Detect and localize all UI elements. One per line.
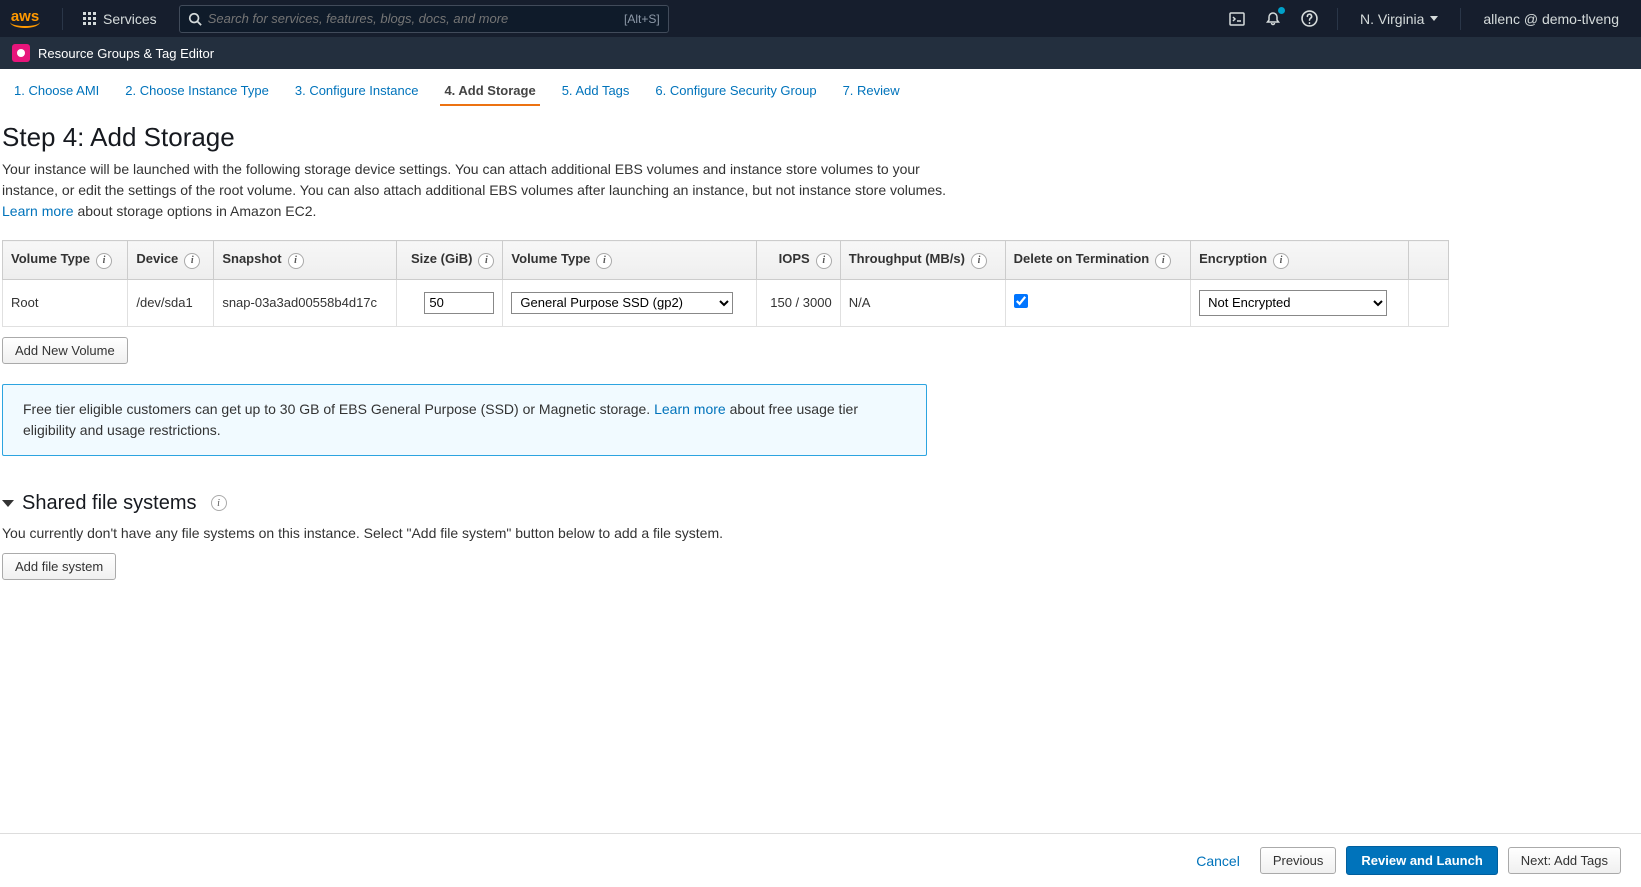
review-launch-button[interactable]: Review and Launch [1346, 846, 1497, 875]
th-throughput: Throughput (MB/s)i [840, 241, 1005, 280]
info-icon[interactable]: i [288, 253, 304, 269]
info-icon[interactable]: i [211, 495, 227, 511]
wizard-step-security[interactable]: 6. Configure Security Group [651, 77, 820, 106]
region-selector[interactable]: N. Virginia [1348, 11, 1450, 27]
size-input[interactable] [424, 292, 494, 314]
learn-more-link[interactable]: Learn more [2, 203, 74, 219]
notifications-icon[interactable] [1255, 1, 1291, 37]
info-icon[interactable]: i [1155, 253, 1171, 269]
cell-encryption: Not Encrypted [1191, 279, 1409, 326]
cancel-link[interactable]: Cancel [1186, 847, 1250, 875]
table-row: Root /dev/sda1 snap-03a3ad00558b4d17c Ge… [3, 279, 1449, 326]
info-icon[interactable]: i [971, 253, 987, 269]
wizard-step-storage[interactable]: 4. Add Storage [440, 77, 539, 106]
cell-size [396, 279, 503, 326]
region-label: N. Virginia [1360, 11, 1424, 27]
cell-device: /dev/sda1 [128, 279, 214, 326]
search-shortcut: [Alt+S] [624, 12, 660, 26]
cell-delete-term [1005, 279, 1190, 326]
info-icon[interactable]: i [96, 253, 112, 269]
cloudshell-icon[interactable] [1219, 1, 1255, 37]
global-search[interactable]: [Alt+S] [179, 5, 669, 33]
info-icon[interactable]: i [596, 253, 612, 269]
wizard-step-instance-type[interactable]: 2. Choose Instance Type [121, 77, 273, 106]
info-icon[interactable]: i [816, 253, 832, 269]
th-actions [1409, 241, 1449, 280]
th-encryption: Encryptioni [1191, 241, 1409, 280]
page-title: Step 4: Add Storage [2, 122, 1641, 153]
wizard-footer: Cancel Previous Review and Launch Next: … [0, 833, 1641, 887]
free-tier-info: Free tier eligible customers can get up … [2, 384, 927, 456]
cell-throughput: N/A [840, 279, 1005, 326]
info-icon[interactable]: i [478, 253, 494, 269]
chevron-down-icon [2, 500, 14, 507]
cell-snapshot: snap-03a3ad00558b4d17c [214, 279, 396, 326]
divider [62, 8, 63, 30]
wizard-steps: 1. Choose AMI 2. Choose Instance Type 3.… [0, 69, 1641, 106]
wizard-step-configure[interactable]: 3. Configure Instance [291, 77, 423, 106]
delete-on-termination-checkbox[interactable] [1014, 294, 1028, 308]
wizard-step-tags[interactable]: 5. Add Tags [558, 77, 634, 106]
divider [1460, 8, 1461, 30]
next-button[interactable]: Next: Add Tags [1508, 847, 1621, 874]
cell-volume-type: Root [3, 279, 128, 326]
top-nav: aws Services [Alt+S] N. Virginia allenc … [0, 0, 1641, 37]
th-device: Devicei [128, 241, 214, 280]
notification-dot [1278, 7, 1285, 14]
add-volume-button[interactable]: Add New Volume [2, 337, 128, 364]
page-description: Your instance will be launched with the … [2, 159, 962, 222]
add-file-system-button[interactable]: Add file system [2, 553, 116, 580]
resource-groups-icon[interactable] [12, 44, 30, 62]
th-volume-type2: Volume Typei [503, 241, 757, 280]
info-icon[interactable]: i [1273, 253, 1289, 269]
volume-type-select[interactable]: General Purpose SSD (gp2) [511, 292, 733, 314]
grid-icon [83, 12, 97, 26]
shared-file-systems-header[interactable]: Shared file systems i [2, 492, 1641, 515]
chevron-down-icon [1430, 16, 1438, 21]
secondary-nav: Resource Groups & Tag Editor [0, 37, 1641, 69]
search-input[interactable] [208, 11, 624, 26]
encryption-select[interactable]: Not Encrypted [1199, 290, 1387, 316]
shared-fs-text: You currently don't have any file system… [2, 525, 1641, 541]
wizard-step-ami[interactable]: 1. Choose AMI [10, 77, 103, 106]
th-iops: IOPSi [757, 241, 840, 280]
resource-groups-label[interactable]: Resource Groups & Tag Editor [38, 46, 214, 61]
cell-iops: 150 / 3000 [757, 279, 840, 326]
th-size: Size (GiB)i [396, 241, 503, 280]
cell-volume-type2: General Purpose SSD (gp2) [503, 279, 757, 326]
previous-button[interactable]: Previous [1260, 847, 1337, 874]
services-label: Services [103, 11, 157, 27]
th-delete-term: Delete on Terminationi [1005, 241, 1190, 280]
th-volume-type: Volume Typei [3, 241, 128, 280]
shared-fs-title: Shared file systems [22, 492, 197, 515]
help-icon[interactable] [1291, 1, 1327, 37]
cell-actions [1409, 279, 1449, 326]
account-menu[interactable]: allenc @ demo-tlveng [1471, 11, 1631, 27]
th-snapshot: Snapshoti [214, 241, 396, 280]
divider [1337, 8, 1338, 30]
search-icon [188, 12, 202, 26]
info-icon[interactable]: i [184, 253, 200, 269]
wizard-step-review[interactable]: 7. Review [839, 77, 904, 106]
services-menu[interactable]: Services [73, 11, 167, 27]
storage-table: Volume Typei Devicei Snapshoti Size (GiB… [2, 240, 1449, 327]
account-label: allenc @ demo-tlveng [1483, 11, 1619, 27]
aws-logo[interactable]: aws [10, 9, 40, 28]
learn-more-link[interactable]: Learn more [654, 401, 726, 417]
